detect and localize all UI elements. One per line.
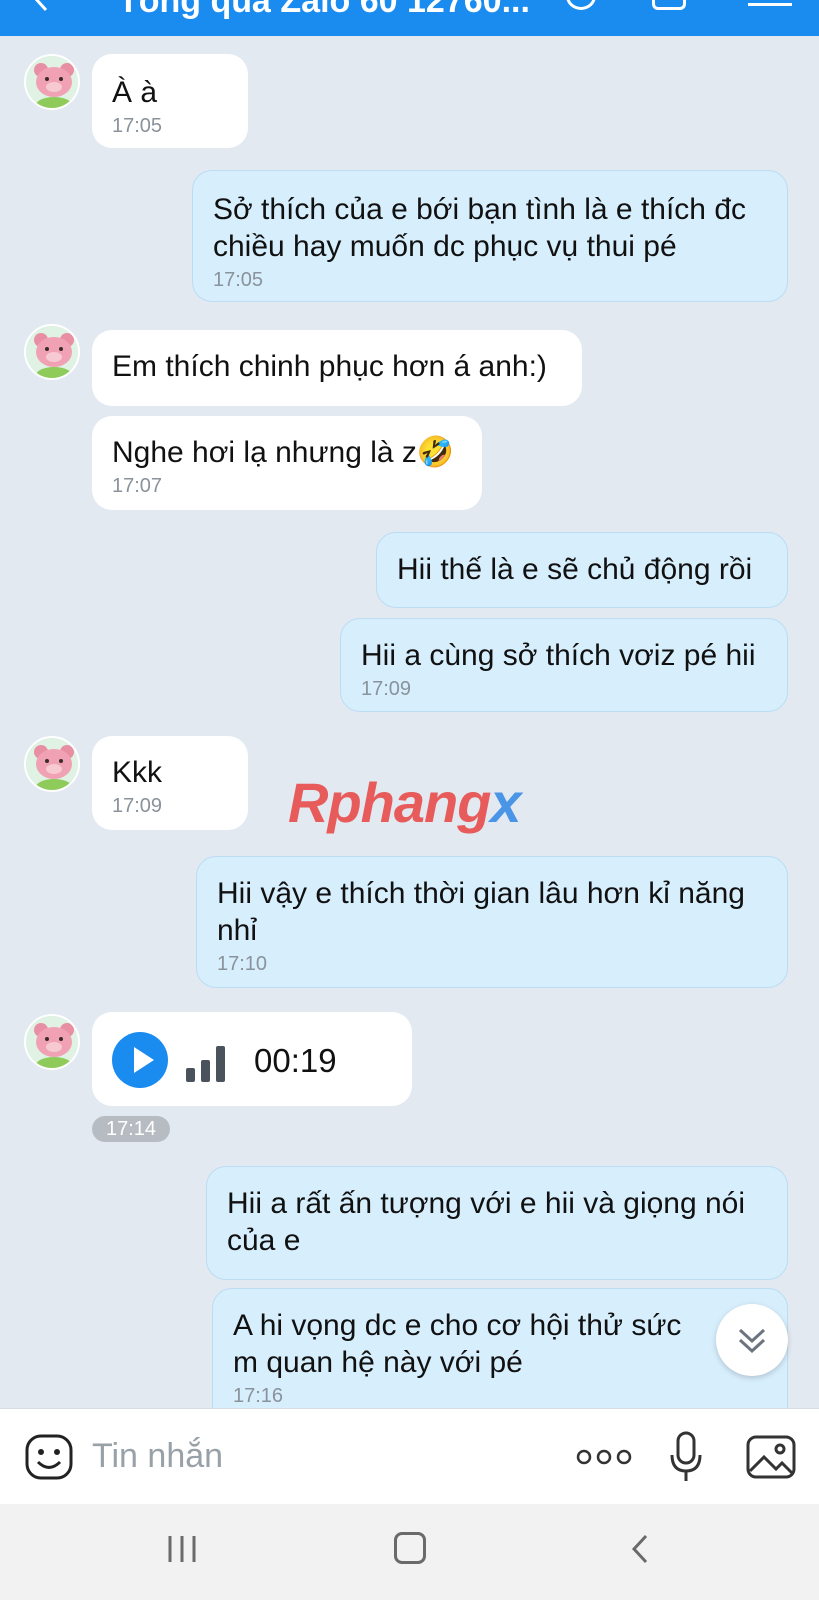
recent-apps-icon[interactable] — [164, 1534, 200, 1564]
microphone-icon[interactable] — [668, 1431, 704, 1483]
more-dots-icon[interactable] — [576, 1449, 632, 1465]
message-bubble-incoming[interactable]: À à 17:05 — [92, 54, 248, 148]
back-arrow-icon[interactable] — [28, 0, 54, 12]
message-text: À à — [112, 76, 158, 109]
menu-icon[interactable] — [748, 0, 792, 6]
message-text: Kkk — [112, 756, 163, 789]
message-time: 17:05 — [213, 269, 264, 291]
bear-avatar-icon — [26, 56, 78, 108]
message-input-bar: Tin nhắn — [0, 1408, 819, 1504]
message-bubble-incoming[interactable]: Em thích chinh phục hơn á anh:) — [92, 330, 582, 406]
emoji-icon[interactable] — [24, 1433, 74, 1481]
image-icon[interactable] — [746, 1435, 796, 1479]
avatar[interactable] — [24, 736, 80, 792]
message-bubble-incoming[interactable]: Nghe hơi lạ nhưng là z🤣 17:07 — [92, 416, 482, 510]
message-input[interactable]: Tin nhắn — [92, 1437, 223, 1476]
avatar[interactable] — [24, 1014, 80, 1070]
avatar[interactable] — [24, 54, 80, 110]
voice-message-bubble[interactable]: 00:19 — [92, 1012, 412, 1106]
message-bubble-outgoing[interactable]: Hii vậy e thích thời gian lâu hơn kỉ năn… — [196, 856, 788, 988]
scroll-to-bottom-button[interactable] — [716, 1304, 788, 1376]
call-icon[interactable] — [566, 0, 596, 10]
message-text: A hi vọng dc e cho cơ hội thử sức m quan… — [233, 1309, 682, 1379]
bear-avatar-icon — [26, 326, 78, 378]
chat-title[interactable]: Tống quà Zalo 60 12760... — [118, 0, 530, 21]
message-time: 17:16 — [233, 1385, 284, 1407]
avatar[interactable] — [24, 324, 80, 380]
message-bubble-outgoing[interactable]: Sở thích của e bới bạn tình là e thích đ… — [192, 170, 788, 302]
play-icon[interactable] — [112, 1032, 168, 1088]
message-text: Sở thích của e bới bạn tình là e thích đ… — [213, 193, 746, 263]
chat-area[interactable]: À à 17:05 Sở thích của e bới bạn tình là… — [0, 36, 819, 1408]
message-text: Em thích chinh phục hơn á anh:) — [112, 350, 547, 383]
message-bubble-outgoing[interactable]: Hii thế là e sẽ chủ động rồi — [376, 532, 788, 608]
chat-header: Tống quà Zalo 60 12760... — [0, 0, 819, 36]
watermark-text: Rphang — [288, 771, 491, 834]
message-bubble-incoming[interactable]: Kkk 17:09 — [92, 736, 248, 830]
bear-avatar-icon — [26, 1016, 78, 1068]
voice-duration: 00:19 — [254, 1042, 337, 1079]
double-chevron-down-icon — [738, 1328, 766, 1354]
message-text: Hii vậy e thích thời gian lâu hơn kỉ năn… — [217, 877, 745, 947]
message-time: 17:05 — [112, 115, 163, 137]
back-icon[interactable] — [630, 1534, 650, 1564]
message-text: Hii thế là e sẽ chủ động rồi — [397, 553, 753, 586]
voice-message-time: 17:14 — [92, 1116, 170, 1142]
watermark: Rphangx — [288, 770, 522, 835]
audio-bars-icon — [186, 1046, 226, 1082]
message-text: Nghe hơi lạ nhưng là z🤣 — [112, 436, 455, 469]
video-call-icon[interactable] — [652, 0, 686, 10]
message-text: Hii a cùng sở thích vơiz pé hii — [361, 639, 756, 672]
watermark-text-accent: x — [490, 771, 521, 834]
message-time: 17:10 — [217, 953, 268, 975]
message-bubble-outgoing[interactable]: A hi vọng dc e cho cơ hội thử sức m quan… — [212, 1288, 788, 1408]
home-icon[interactable] — [394, 1532, 426, 1564]
message-time: 17:07 — [112, 475, 163, 497]
system-nav-bar — [0, 1504, 819, 1600]
message-bubble-outgoing[interactable]: Hii a cùng sở thích vơiz pé hii 17:09 — [340, 618, 788, 712]
message-text: Hii a rất ấn tượng với e hii và giọng nó… — [227, 1187, 746, 1257]
message-time: 17:09 — [361, 678, 412, 700]
bear-avatar-icon — [26, 738, 78, 790]
message-time: 17:09 — [112, 795, 163, 817]
message-bubble-outgoing[interactable]: Hii a rất ấn tượng với e hii và giọng nó… — [206, 1166, 788, 1280]
